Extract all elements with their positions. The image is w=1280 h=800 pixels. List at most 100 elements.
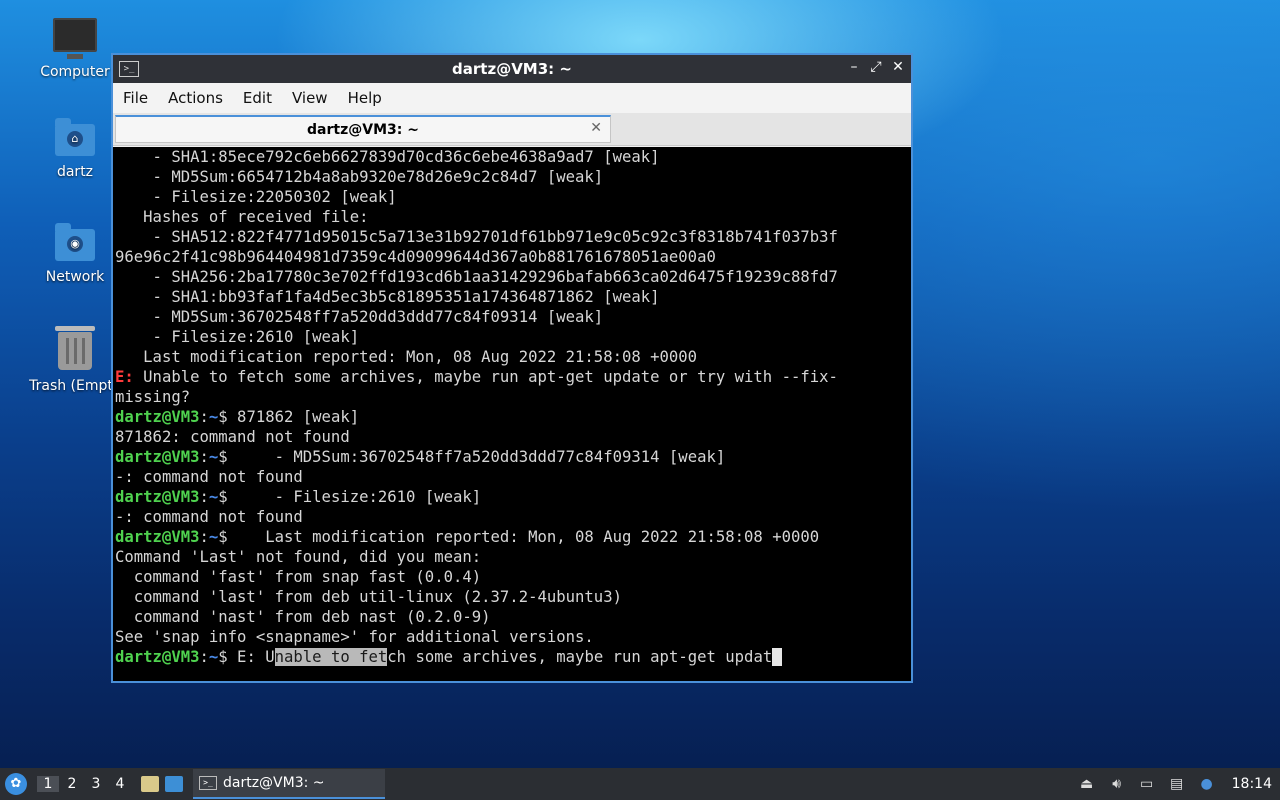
- terminal-line: command 'last' from deb util-linux (2.37…: [115, 588, 622, 606]
- maximize-button[interactable]: ⤢: [869, 59, 883, 75]
- command-text: - Filesize:2610 [weak]: [227, 488, 482, 506]
- prompt-line: dartz@VM3:~$ - Filesize:2610 [weak]: [115, 487, 911, 507]
- error-text: Unable to fetch some archives, maybe run…: [133, 368, 838, 386]
- clock[interactable]: 18:14: [1232, 776, 1272, 792]
- minimize-button[interactable]: –: [847, 59, 861, 75]
- prompt-dollar: $: [218, 408, 228, 426]
- system-tray: ⏏ 🔊︎ ▭ ▤ ● 18:14: [1078, 768, 1280, 800]
- prompt-dollar: $: [218, 488, 228, 506]
- terminal-line: command 'fast' from snap fast (0.0.4): [115, 568, 482, 586]
- updates-icon[interactable]: ●: [1198, 776, 1216, 792]
- menu-view[interactable]: View: [282, 89, 338, 107]
- desktop-icon-label: Network: [45, 269, 105, 285]
- taskbar-task-terminal[interactable]: >_ dartz@VM3: ~: [193, 769, 385, 799]
- command-text: 871862 [weak]: [227, 408, 360, 426]
- window-title: dartz@VM3: ~: [452, 60, 572, 78]
- prompt-path: ~: [208, 408, 219, 426]
- prompt-sep: :: [199, 448, 209, 466]
- desktop-icon-label: Computer: [40, 64, 110, 80]
- workspace-1[interactable]: 1: [37, 776, 59, 792]
- menu-bar: File Actions Edit View Help: [113, 83, 911, 113]
- selected-text[interactable]: nable to fet: [274, 648, 388, 666]
- current-prompt-line[interactable]: dartz@VM3:~$ E: Unable to fetch some arc…: [115, 647, 911, 667]
- command-text: - MD5Sum:36702548ff7a520dd3ddd77c84f0931…: [227, 448, 726, 466]
- prompt-line: dartz@VM3:~$ Last modification reported:…: [115, 527, 911, 547]
- tab-terminal[interactable]: dartz@VM3: ~ ✕: [115, 115, 611, 143]
- prompt-dollar: $: [218, 448, 228, 466]
- prompt-user: dartz@VM3: [115, 648, 200, 666]
- task-label: dartz@VM3: ~: [223, 775, 325, 791]
- terminal-line: 871862: command not found: [115, 428, 350, 446]
- workspace-2[interactable]: 2: [61, 776, 83, 792]
- terminal-line: -: command not found: [115, 508, 303, 526]
- start-menu-icon[interactable]: ✿: [5, 773, 27, 795]
- terminal-line: - Filesize:22050302 [weak]: [115, 188, 397, 206]
- prompt-path: ~: [208, 648, 219, 666]
- menu-actions[interactable]: Actions: [158, 89, 233, 107]
- terminal-task-icon: >_: [199, 776, 217, 790]
- terminal-line: - MD5Sum:6654712b4a8ab9320e78d26e9c2c84d…: [115, 168, 604, 186]
- menu-help[interactable]: Help: [338, 89, 392, 107]
- prompt-dollar: $: [218, 648, 228, 666]
- terminal-line: - SHA512:822f4771d95015c5a713e31b92701df…: [115, 228, 838, 246]
- text-cursor: _: [772, 648, 782, 666]
- prompt-path: ~: [208, 448, 219, 466]
- terminal-line: Last modification reported: Mon, 08 Aug …: [115, 348, 698, 366]
- prompt-sep: :: [199, 528, 209, 546]
- tab-label: dartz@VM3: ~: [307, 121, 419, 138]
- prompt-line: dartz@VM3:~$ - MD5Sum:36702548ff7a520dd3…: [115, 447, 911, 467]
- input-text: ch some archives, maybe run apt-get upda…: [387, 648, 773, 666]
- window-titlebar[interactable]: >_ dartz@VM3: ~ – ⤢ ✕: [113, 55, 911, 83]
- terminal-line: - Filesize:2610 [weak]: [115, 328, 360, 346]
- prompt-line: dartz@VM3:~$ 871862 [weak]: [115, 407, 911, 427]
- prompt-sep: :: [199, 648, 209, 666]
- file-manager-icon[interactable]: [141, 776, 159, 792]
- input-text: E: U: [227, 648, 275, 666]
- prompt-path: ~: [208, 528, 219, 546]
- prompt-user: dartz@VM3: [115, 448, 200, 466]
- terminal-line: See 'snap info <snapname>' for additiona…: [115, 628, 594, 646]
- trash-icon: [55, 326, 95, 370]
- terminal-output[interactable]: - SHA1:85ece792c6eb6627839d70cd36c6ebe46…: [113, 147, 911, 681]
- terminal-window: >_ dartz@VM3: ~ – ⤢ ✕ File Actions Edit …: [111, 53, 913, 683]
- prompt-path: ~: [208, 488, 219, 506]
- terminal-line: - SHA256:2ba17780c3e702ffd193cd6b1aa3142…: [115, 268, 838, 286]
- desktop-icon-label: dartz: [56, 164, 94, 180]
- tab-close-icon[interactable]: ✕: [590, 120, 602, 136]
- terminal-line: 96e96c2f41c98b964404981d7359c4d09099644d…: [115, 248, 716, 266]
- terminal-line: command 'nast' from deb nast (0.2.0-9): [115, 608, 491, 626]
- terminal-line: Command 'Last' not found, did you mean:: [115, 548, 482, 566]
- show-desktop-icon[interactable]: [165, 776, 183, 792]
- taskbar: ✿ 1 2 3 4 >_ dartz@VM3: ~ ⏏ 🔊︎ ▭ ▤ ● 18:…: [0, 768, 1280, 800]
- prompt-user: dartz@VM3: [115, 408, 200, 426]
- eject-icon[interactable]: ⏏: [1078, 776, 1096, 792]
- terminal-line: -: command not found: [115, 468, 303, 486]
- close-button[interactable]: ✕: [891, 59, 905, 75]
- error-tag: E:: [115, 368, 134, 386]
- tab-bar: dartz@VM3: ~ ✕: [113, 113, 911, 146]
- terminal-line: - SHA1:bb93faf1fa4d5ec3b5c81895351a17436…: [115, 288, 660, 306]
- computer-icon: [53, 18, 97, 59]
- terminal-line: Hashes of received file:: [115, 208, 369, 226]
- desktop-icon-computer[interactable]: Computer: [27, 18, 123, 80]
- prompt-sep: :: [199, 488, 209, 506]
- clipboard-icon[interactable]: ▤: [1168, 776, 1186, 792]
- desktop-icon-home[interactable]: ⌂ dartz: [27, 118, 123, 180]
- menu-file[interactable]: File: [113, 89, 158, 107]
- desktop-icon-network[interactable]: ◉ Network: [27, 223, 123, 285]
- error-line-continued: missing?: [115, 388, 191, 406]
- workspace-3[interactable]: 3: [85, 776, 107, 792]
- menu-edit[interactable]: Edit: [233, 89, 282, 107]
- prompt-user: dartz@VM3: [115, 528, 200, 546]
- prompt-sep: :: [199, 408, 209, 426]
- network-folder-icon: ◉: [55, 223, 95, 261]
- command-text: Last modification reported: Mon, 08 Aug …: [227, 528, 820, 546]
- home-folder-icon: ⌂: [55, 118, 95, 156]
- volume-icon[interactable]: 🔊︎: [1108, 776, 1126, 792]
- workspace-4[interactable]: 4: [109, 776, 131, 792]
- desktop-icon-trash[interactable]: Trash (Empt: [27, 326, 123, 394]
- terminal-line: - MD5Sum:36702548ff7a520dd3ddd77c84f0931…: [115, 308, 604, 326]
- prompt-dollar: $: [218, 528, 228, 546]
- network-status-icon[interactable]: ▭: [1138, 776, 1156, 792]
- error-line: E: Unable to fetch some archives, maybe …: [115, 367, 911, 387]
